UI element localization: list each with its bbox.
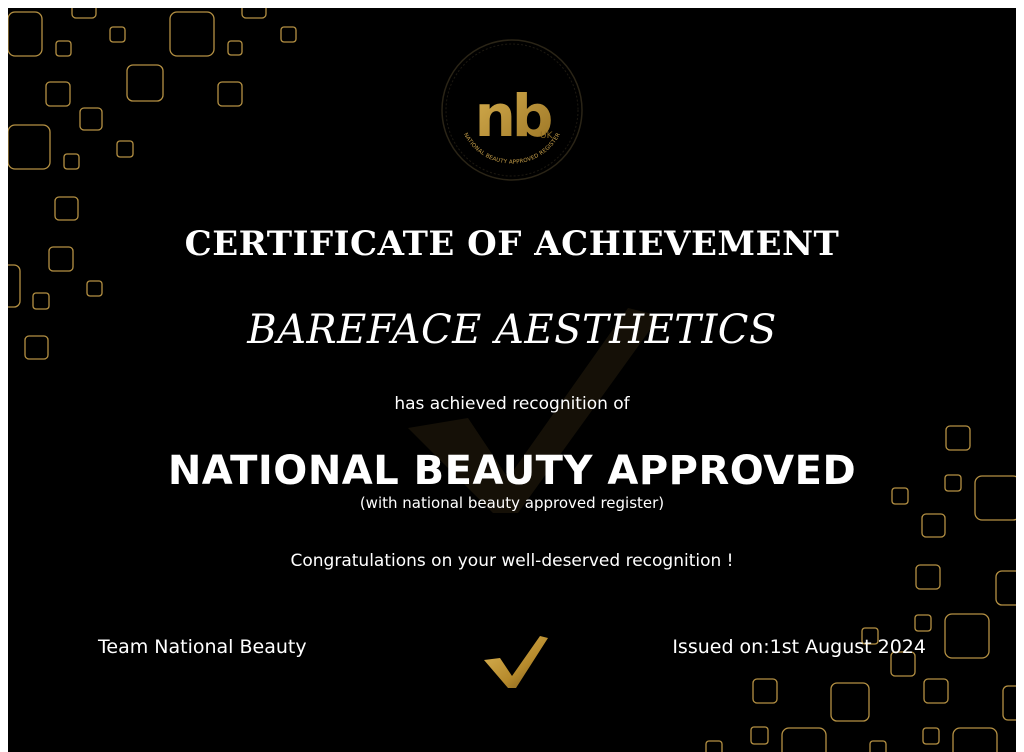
certificate: nb UK NATIONAL BEAUTY APPROVED REGISTER … xyxy=(8,8,1016,752)
issued-date-value: 1st August 2024 xyxy=(769,636,926,658)
award-subtitle: (with national beauty approved register) xyxy=(359,494,665,512)
issue-date: Issued on:1st August 2024 xyxy=(672,636,926,658)
seal-logo: nb UK NATIONAL BEAUTY APPROVED REGISTER xyxy=(440,38,584,182)
issued-label: Issued on: xyxy=(672,636,770,658)
achievement-statement: has achieved recognition of xyxy=(394,394,630,414)
seal-suffix: UK xyxy=(540,131,554,141)
gold-checkmark-icon xyxy=(484,636,548,688)
issuer-signature: Team National Beauty xyxy=(98,636,307,658)
congratulations-message: Congratulations on your well-deserved re… xyxy=(290,551,734,571)
recipient-name: BAREFACE AESTHETICS xyxy=(247,307,777,353)
seal-emblem-icon: nb UK NATIONAL BEAUTY APPROVED REGISTER xyxy=(441,39,583,181)
certificate-title: CERTIFICATE OF ACHIEVEMENT xyxy=(184,224,840,264)
award-title: NATIONAL BEAUTY APPROVED xyxy=(167,448,857,494)
